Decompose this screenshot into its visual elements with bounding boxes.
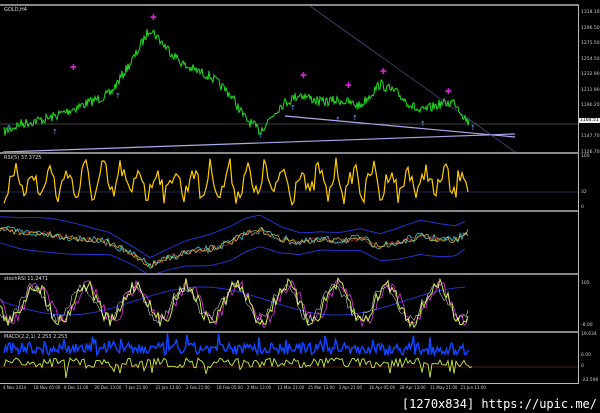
bands-chart — [0, 214, 469, 273]
axis-label: 1190.20 — [581, 103, 600, 108]
axis-label: 1232.90 — [581, 72, 600, 77]
time-label: 21 Jan 13:00 — [155, 385, 181, 390]
sell-arrow-icon: ✚ — [150, 13, 157, 22]
axis-label: 19.634 — [581, 332, 597, 337]
stochrsi-axis: 105 -8.00 — [580, 273, 600, 331]
axis-label: 1211.90 — [581, 87, 600, 93]
trendline — [309, 6, 516, 152]
macd-label: MACD(2,2,1) 2.253 2.253 — [4, 334, 68, 340]
axis-label: 6.00 — [581, 353, 592, 358]
buy-arrow-icon: ↑ — [52, 128, 58, 136]
axis-label: 1147.70 — [581, 134, 600, 139]
price-chart: ✚ ✚ ✚ ✚ ✚ ✚ ↑ ↑ ↑ ↑ ↑ ↑ ↑ ↑ ↑ — [0, 6, 578, 152]
axis-label: 1318.10 — [581, 10, 600, 15]
macd-chart — [0, 333, 578, 378]
stochrsi-pane[interactable]: stochRSI 11,2471 — [0, 273, 579, 331]
time-label: 2 Feb 21:00 — [186, 385, 210, 390]
time-label: 13 Mar 21:00 — [277, 385, 305, 390]
time-label: 11 May 21:00 — [430, 385, 458, 390]
time-axis: 4 Nov 2014 18 Nov 05:00 8 Dec 21:00 26 Dec … — [0, 383, 579, 392]
time-label: 8 Dec 21:00 — [64, 385, 89, 390]
watermark: [1270x834] https://upic.me/ — [401, 397, 597, 411]
time-label: 25 Mar 13:00 — [308, 385, 335, 390]
time-label: 3 Apr 21:00 — [338, 385, 363, 390]
rsi-chart — [0, 157, 578, 207]
axis-label: 105 — [581, 281, 590, 286]
buy-arrow-icon: ↑ — [258, 132, 264, 140]
current-price-tag: 1164.51 — [579, 118, 600, 123]
axis-label: -8.00 — [581, 323, 593, 328]
axis-label: 1254.50 — [581, 56, 600, 62]
time-label: 2 Mar 13:00 — [247, 385, 272, 390]
time-label: 26 Dec 13:00 — [94, 385, 122, 390]
time-label: 16 Apr 05:00 — [369, 385, 396, 390]
rsi-axis: 100 32 0 — [580, 152, 600, 210]
price-axis: 1318.10 1296.50 1275.50 1254.50 1232.90 1211.… — [580, 4, 600, 155]
band-line — [0, 225, 469, 269]
rsi-pane[interactable]: RSI(5) 37.3725 — [0, 152, 579, 210]
axis-label: 100 — [581, 154, 590, 159]
sell-arrow-icon: ✚ — [345, 81, 352, 90]
buy-arrow-icon: ↑ — [115, 92, 121, 100]
trendline — [284, 115, 516, 138]
rsi-line — [3, 157, 469, 207]
rsi-label: RSI(5) 37.3725 — [4, 155, 42, 161]
buy-arrow-icon: ↑ — [290, 104, 296, 112]
axis-label: 0 — [581, 205, 584, 210]
axis-label: -23.596 — [581, 378, 599, 383]
time-label: 7 Jan 21:00 — [125, 385, 148, 390]
sell-arrow-icon: ✚ — [70, 63, 77, 72]
sell-arrow-icon: ✚ — [445, 87, 452, 96]
stochrsi-label: stochRSI 11,2471 — [4, 276, 48, 282]
buy-arrow-icon: ↑ — [352, 114, 358, 122]
macd-pane[interactable]: MACD(2,2,1) 2.253 2.253 — [0, 331, 579, 383]
axis-label: 1275.50 — [581, 41, 600, 46]
sell-arrow-icon: ✚ — [300, 71, 307, 80]
macd-axis: 19.634 6.00 0 -23.596 — [580, 331, 600, 383]
price-line — [3, 28, 470, 136]
buy-arrow-icon: ↑ — [470, 124, 476, 132]
time-label: 28 Apr 13:00 — [399, 385, 426, 390]
buy-arrow-icon: ↑ — [420, 120, 426, 128]
band-line — [0, 227, 469, 269]
axis-label: 0 — [581, 364, 584, 369]
buy-arrow-icon: ↑ — [6, 124, 12, 132]
axis-label: 1296.50 — [581, 25, 600, 31]
signal-line — [3, 356, 473, 378]
macd-line — [3, 333, 470, 358]
lower-band — [0, 242, 466, 273]
time-label: 21 Jun 13:00 — [460, 385, 486, 390]
symbol-label: GOLD,H4 — [4, 7, 27, 13]
band-line — [0, 227, 469, 268]
axis-label: 32 — [581, 190, 587, 195]
time-label: 18 Nov 05:00 — [33, 385, 61, 390]
time-label: 4 Nov 2014 — [3, 385, 27, 390]
stochrsi-chart — [0, 276, 469, 329]
buy-arrow-icon: ↑ — [335, 116, 341, 124]
price-pane[interactable]: ✚ ✚ ✚ ✚ ✚ ✚ ↑ ↑ ↑ ↑ ↑ ↑ ↑ ↑ ↑ GOLD,H4 — [0, 4, 579, 152]
time-label: 18 Feb 05:00 — [216, 385, 243, 390]
bands-pane[interactable] — [0, 210, 579, 273]
stoch-line — [0, 276, 469, 329]
sell-arrow-icon: ✚ — [380, 67, 387, 76]
